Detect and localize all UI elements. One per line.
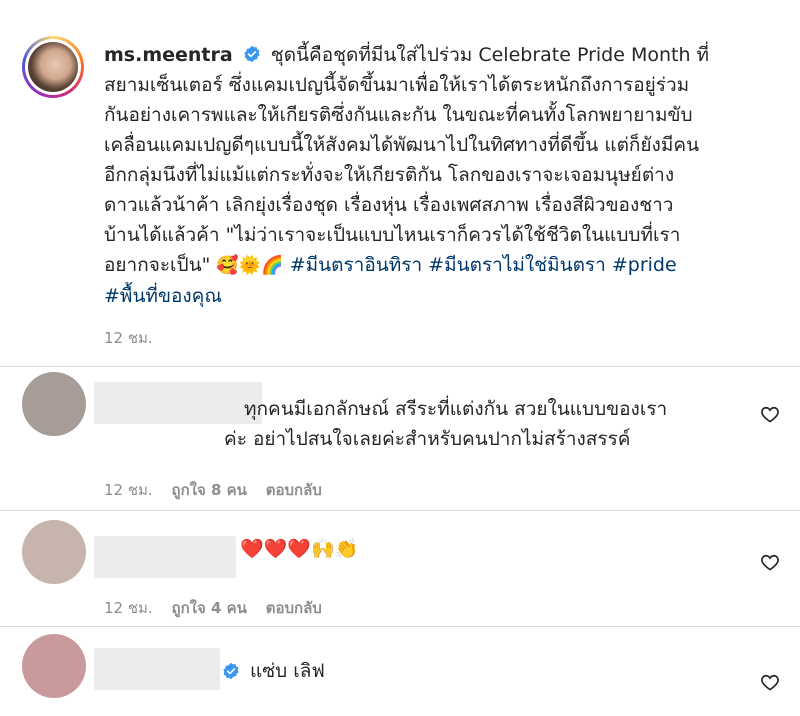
comment-text-line-2: ค่ะ อย่าไปสนใจเลยค่ะสำหรับคนปากไม่สร้างส…: [224, 428, 631, 450]
verified-badge-icon: [223, 662, 239, 680]
caption-body: ms.meentra ชุดนี้คือชุดที่มีนใส่ไปร่วม C…: [104, 40, 784, 311]
comment-text: แซ่บ เลิฟ: [250, 656, 325, 686]
comment-timestamp[interactable]: 12 ชม.: [104, 599, 153, 617]
caption-line-4: เคลื่อนแคมเปญดีๆแบบนี้ให้สังคมได้พัฒนาไป…: [104, 134, 700, 156]
comment-text: ❤️❤️❤️🙌👏: [240, 534, 358, 564]
commenter-username-blurred[interactable]: [94, 382, 262, 424]
comment-timestamp[interactable]: 12 ชม.: [104, 481, 153, 499]
author-avatar-photo: [28, 42, 78, 92]
caption-line-2: สยามเซ็นเตอร์ ซึ่งแคมเปญนี้จัดขึ้นมาเพื่…: [104, 74, 690, 96]
comment-emojis: ❤️❤️❤️🙌👏: [240, 538, 359, 560]
comment-text-line-1: ทุกคนมีเอกลักษณ์ สรีระที่แต่งกัน สวยในแบ…: [244, 398, 668, 420]
author-avatar[interactable]: [22, 36, 84, 98]
post-timestamp[interactable]: 12 ชม.: [104, 326, 153, 350]
comment-likes[interactable]: ถูกใจ 4 คน: [171, 599, 246, 617]
heart-outline-icon[interactable]: [760, 552, 780, 572]
caption-line-7: บ้านได้แล้วค้า "ไม่ว่าเราจะเป็นแบบไหนเรา…: [104, 224, 681, 246]
comment-text-line-1: แซ่บ เลิฟ: [250, 660, 325, 682]
hashtags-line-1[interactable]: #มีนตราอินทิรา #มีนตราไม่ใช่มินตรา #prid…: [290, 254, 677, 276]
comment-text: ทุกคนมีเอกลักษณ์ สรีระที่แต่งกัน สวยในแบ…: [224, 394, 668, 454]
commenter-avatar[interactable]: [22, 520, 86, 584]
divider: [0, 626, 800, 627]
caption-line-3: กันอย่างเคารพและให้เกียรติซึ่งกันและกัน …: [104, 104, 693, 126]
divider: [0, 510, 800, 511]
heart-outline-icon[interactable]: [760, 404, 780, 424]
caption-line-8: อยากจะเป็น": [104, 254, 211, 276]
reply-button[interactable]: ตอบกลับ: [266, 599, 322, 617]
comment-meta: 12 ชม. ถูกใจ 8 คน ตอบกลับ: [104, 478, 336, 502]
hashtags-line-2[interactable]: #พื้นที่ของคุณ: [104, 285, 222, 307]
commenter-username-blurred[interactable]: [94, 536, 236, 578]
author-username[interactable]: ms.meentra: [104, 44, 233, 66]
heart-outline-icon[interactable]: [760, 672, 780, 692]
reply-button[interactable]: ตอบกลับ: [266, 481, 322, 499]
commenter-avatar[interactable]: [22, 372, 86, 436]
comment-meta: 12 ชม. ถูกใจ 4 คน ตอบกลับ: [104, 596, 336, 620]
verified-badge-icon: [244, 45, 260, 63]
divider: [0, 366, 800, 367]
commenter-avatar[interactable]: [22, 634, 86, 698]
comment-likes[interactable]: ถูกใจ 8 คน: [171, 481, 246, 499]
caption-emojis: 🥰🌞🌈: [216, 255, 284, 276]
caption-line-5: อีกกลุ่มนึงที่ไม่แม้แต่กระทั่งจะให้เกียร…: [104, 164, 675, 186]
commenter-username-blurred[interactable]: [94, 648, 220, 690]
caption-line-6: ดาวแล้วน้าค้า เลิกยุ่งเรื่องชุด เรื่องหุ…: [104, 194, 674, 216]
caption-line-1: ชุดนี้คือชุดที่มีนใส่ไปร่วม Celebrate Pr…: [270, 44, 710, 66]
